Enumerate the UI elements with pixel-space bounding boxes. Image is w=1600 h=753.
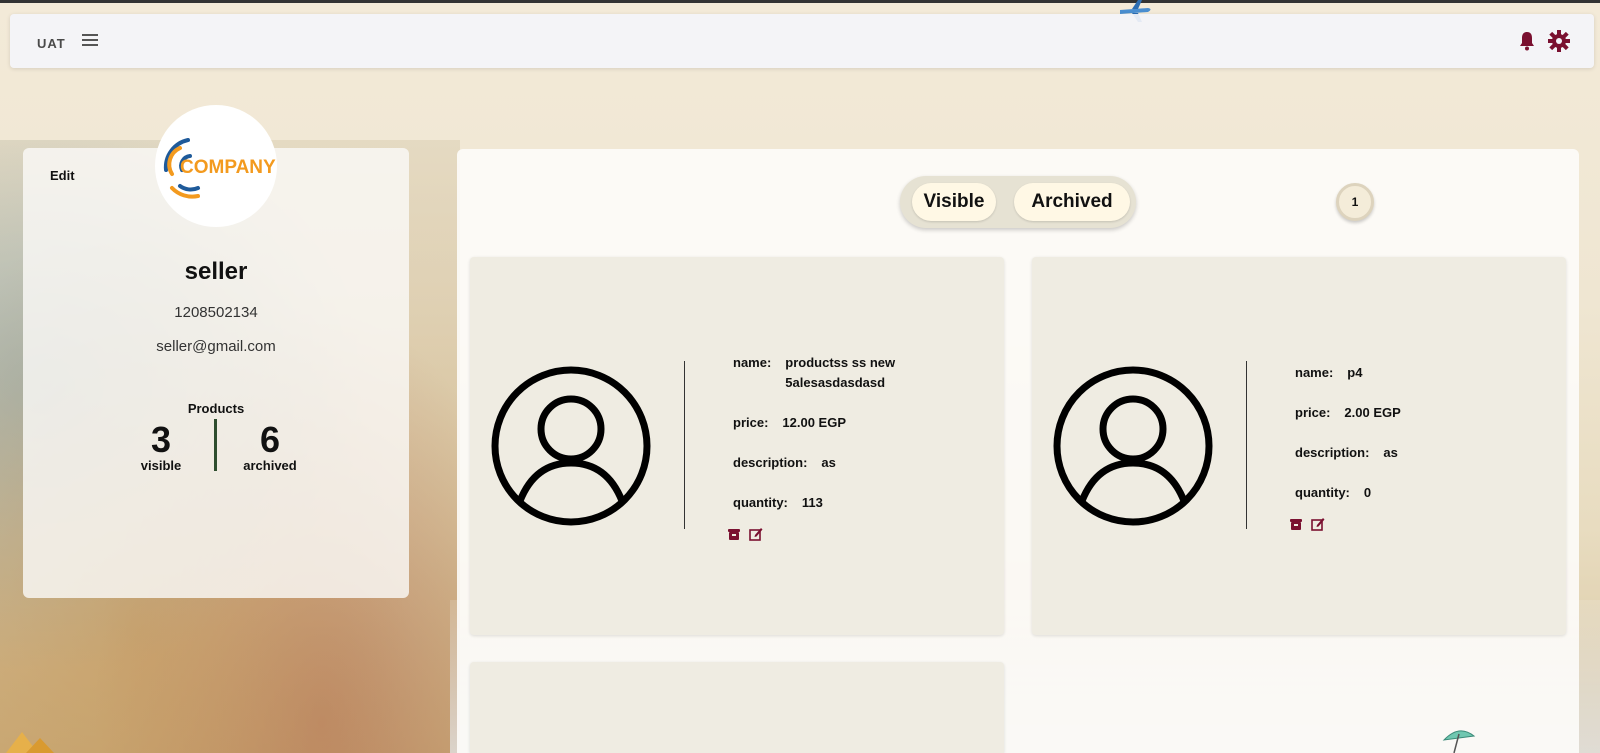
edit-profile-link[interactable]: Edit <box>50 168 75 183</box>
stats-divider <box>214 419 217 471</box>
archived-products-stat: 6 archived <box>235 421 305 473</box>
card-divider <box>684 361 685 529</box>
brand-label[interactable]: UAT <box>37 36 66 51</box>
product-actions <box>727 527 763 541</box>
product-description: as <box>1383 445 1398 460</box>
description-label: description: <box>1295 445 1370 460</box>
logo-text: COMPANY <box>180 157 276 178</box>
product-fields: name: p4 price: 2.00 EGP description: as… <box>1295 363 1555 513</box>
product-actions <box>1289 517 1325 531</box>
product-quantity: 0 <box>1363 485 1372 500</box>
archived-count: 6 <box>259 419 281 460</box>
visibility-tab-switch: Visible Archived <box>900 176 1136 228</box>
name-label: name: <box>1295 365 1334 380</box>
seller-phone: 1208502134 <box>174 304 258 321</box>
hamburger-menu-icon[interactable] <box>82 34 98 48</box>
product-fields: name: productss ss new 5alesasdasdasd pr… <box>733 353 993 523</box>
top-navbar: UAT <box>10 14 1594 68</box>
price-label: price: <box>1295 405 1331 420</box>
visible-count: 3 <box>150 419 172 460</box>
product-name: productss ss new 5alesasdasdasd <box>785 355 896 390</box>
product-card: name: productss ss new 5alesasdasdasd pr… <box>470 257 1004 635</box>
product-quantity: 113 <box>801 495 823 510</box>
pyramid-icon <box>6 732 54 753</box>
name-label: name: <box>733 355 772 370</box>
archived-label: archived <box>243 458 297 473</box>
gear-icon[interactable] <box>1548 30 1570 52</box>
description-label: description: <box>733 455 808 470</box>
archive-icon[interactable] <box>727 527 741 541</box>
product-price: 12.00 EGP <box>782 415 847 430</box>
umbrella-icon <box>1442 730 1476 753</box>
quantity-label: quantity: <box>1295 485 1350 500</box>
seller-email: seller@gmail.com <box>156 338 276 355</box>
card-divider <box>1246 361 1247 529</box>
seller-name: seller <box>184 258 248 285</box>
top-border <box>0 0 1600 3</box>
product-card: name: p4 price: 2.00 EGP description: as… <box>1032 257 1566 635</box>
company-logo: COMPANY <box>163 138 276 199</box>
product-name: p4 <box>1347 365 1363 380</box>
visible-products-stat: 3 visible <box>130 421 192 473</box>
product-image-placeholder-icon <box>1053 366 1213 526</box>
product-price: 2.00 EGP <box>1344 405 1401 420</box>
product-card <box>470 662 1004 753</box>
visible-label: visible <box>140 458 182 473</box>
edit-icon[interactable] <box>749 527 763 541</box>
price-label: price: <box>733 415 769 430</box>
archive-icon[interactable] <box>1289 517 1303 531</box>
product-image-placeholder-icon <box>491 366 651 526</box>
pagination-page-button[interactable]: 1 <box>1336 183 1374 221</box>
product-description: as <box>821 455 836 470</box>
quantity-label: quantity: <box>733 495 788 510</box>
tab-archived[interactable]: Archived <box>1014 183 1130 221</box>
edit-icon[interactable] <box>1311 517 1325 531</box>
tab-visible[interactable]: Visible <box>912 183 996 221</box>
products-heading: Products <box>187 401 245 416</box>
bell-icon[interactable] <box>1518 31 1536 51</box>
